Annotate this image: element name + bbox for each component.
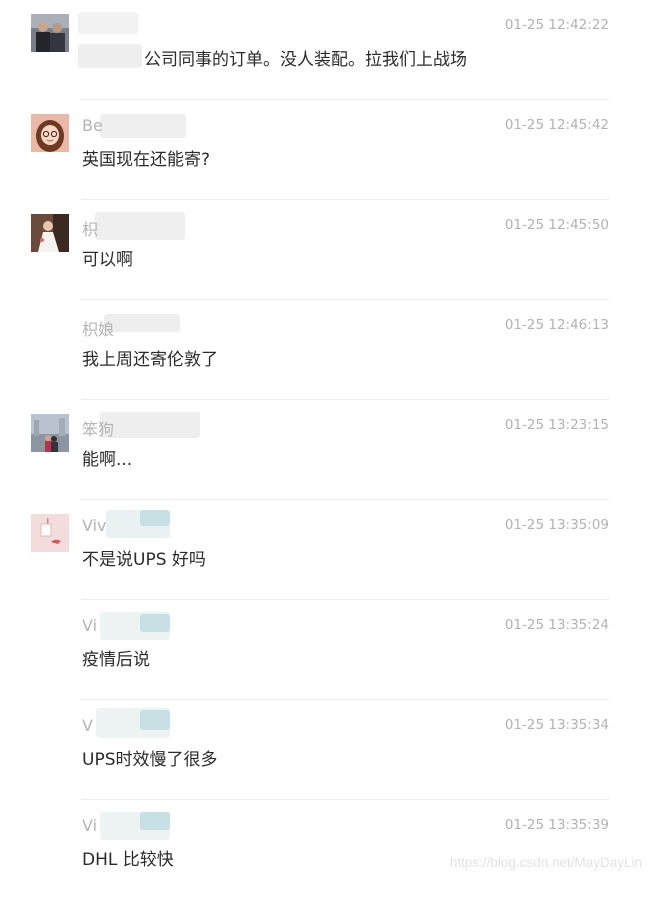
message-text: 疫情后说: [82, 650, 150, 670]
message-time: 01-25 12:42:22: [504, 17, 609, 33]
sender-name: 枳: [82, 220, 99, 239]
blurred-sender-name: [140, 710, 170, 730]
watermark: https://blog.csdn.net/MayDayLin: [449, 855, 642, 870]
message-time: 01-25 13:35:34: [504, 717, 609, 733]
sender-name: Be: [82, 116, 103, 135]
message-item: V 01-25 13:35:34 UPS时效慢了很多: [0, 700, 652, 800]
sender-name: Vi: [82, 616, 98, 635]
message-text: DHL 比较快: [82, 850, 174, 870]
message-text: UPS时效慢了很多: [82, 750, 218, 770]
sender-name: Viv: [82, 516, 107, 535]
message-time: 01-25 12:45:50: [504, 217, 609, 233]
message-item: 枳 01-25 12:45:50 可以啊: [0, 200, 652, 300]
message-text: 英国现在还能寄?: [82, 150, 211, 170]
blurred-sender-name: [140, 812, 170, 830]
message-item: Vi 01-25 13:35:24 疫情后说: [0, 600, 652, 700]
message-time: 01-25 13:35:39: [504, 817, 609, 833]
sender-name: 枳娘: [82, 320, 115, 339]
message-text: 能啊...: [82, 450, 133, 470]
avatar-pink-illustration-icon[interactable]: [31, 514, 69, 552]
blurred-sender-name: [78, 12, 138, 34]
message-item: 01-25 12:42:22 公司同事的订单。没人装配。拉我们上战场: [0, 0, 652, 100]
blurred-sender-name: [100, 412, 200, 438]
message-item: 枳娘 01-25 12:46:13 我上周还寄伦敦了: [0, 300, 652, 400]
message-text: 可以啊: [82, 250, 133, 270]
message-time: 01-25 13:23:15: [504, 417, 609, 433]
avatar-photo-bride-icon[interactable]: [31, 214, 69, 252]
message-item: Be 01-25 12:45:42 英国现在还能寄?: [0, 100, 652, 200]
message-time: 01-25 13:35:09: [504, 517, 609, 533]
blurred-sender-name: [95, 212, 185, 240]
avatar-photo-man-icon[interactable]: [31, 14, 69, 52]
message-item: Vi 01-25 13:35:39 DHL 比较快: [0, 800, 652, 900]
message-item: Viv 01-25 13:35:09 不是说UPS 好吗: [0, 500, 652, 600]
blurred-sender-name: [140, 614, 170, 632]
avatar-cartoon-girl-icon[interactable]: [31, 114, 69, 152]
sender-name: V: [82, 716, 93, 735]
avatar-photo-city-icon[interactable]: [31, 414, 69, 452]
message-text: 不是说UPS 好吗: [82, 550, 206, 570]
sender-name: Vi: [82, 816, 98, 835]
message-time: 01-25 12:46:13: [504, 317, 609, 333]
message-time: 01-25 12:45:42: [504, 117, 609, 133]
blurred-sender-name: [100, 114, 186, 138]
message-item: 笨狗 01-25 13:23:15 能啊...: [0, 400, 652, 500]
message-text: 我上周还寄伦敦了: [82, 350, 218, 370]
blurred-sender-name: [140, 510, 170, 526]
blurred-mention: [78, 44, 142, 68]
sender-name: 笨狗: [82, 420, 115, 439]
blurred-sender-name: [104, 314, 180, 332]
message-time: 01-25 13:35:24: [504, 617, 609, 633]
message-text: 公司同事的订单。没人装配。拉我们上战场: [144, 50, 467, 70]
